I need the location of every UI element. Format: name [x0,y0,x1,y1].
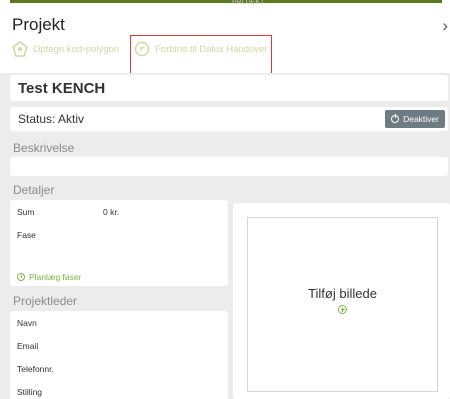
status-card: Status: Aktiv Deaktiver [10,107,448,131]
sum-label: Sum [17,207,35,217]
leader-name-label: Navn [17,318,37,328]
clock-icon [17,273,25,281]
leader-position-label: Stilling [17,387,43,397]
top-accent-line [10,0,442,3]
leader-phone-label: Telefonnr. [17,364,54,374]
status-text: Status: Aktiv [18,112,85,126]
draw-map-polygon-label: Optegn kort-polygon [33,43,120,55]
power-icon [391,114,400,123]
project-leader-heading: Projektleder [13,294,78,308]
add-image-label: Tilføj billede [308,286,377,301]
image-card: Tilføj billede [233,203,450,399]
details-heading: Detaljer [13,183,55,197]
add-circle-icon[interactable] [338,305,347,314]
project-name-card: Test KENCH [10,75,448,101]
map-polygon-icon [12,41,28,57]
draw-map-polygon-button[interactable]: Optegn kort-polygon [12,41,119,57]
description-field[interactable] [10,157,448,176]
sum-value: 0 kr. [103,207,120,217]
phase-label: Fase [17,230,36,240]
plan-phases-link[interactable]: Planlæg faser [17,272,81,282]
leader-email-label: Email [17,341,39,351]
add-image-area[interactable]: Tilføj billede [247,217,438,392]
details-card: Sum 0 kr. Fase Planlæg faser [10,200,228,286]
project-leader-card: Navn Email Telefonnr. Stilling [10,311,228,399]
project-name: Test KENCH [18,80,106,97]
deactivate-button[interactable]: Deaktiver [385,110,445,128]
deactivate-label: Deaktiver [403,114,439,124]
description-heading: Beskrivelse [13,141,75,155]
panel-title: Projekt [12,15,65,34]
plan-phases-label: Planlæg faser [29,272,82,282]
panel-body: Test KENCH Status: Aktiv Deaktiver Beskr… [0,73,450,399]
panel-header: Projekt › Optegn kort-polygon Forbind ti… [0,5,450,76]
close-chevron-icon[interactable]: › [442,16,448,36]
highlight-frame [130,35,272,76]
